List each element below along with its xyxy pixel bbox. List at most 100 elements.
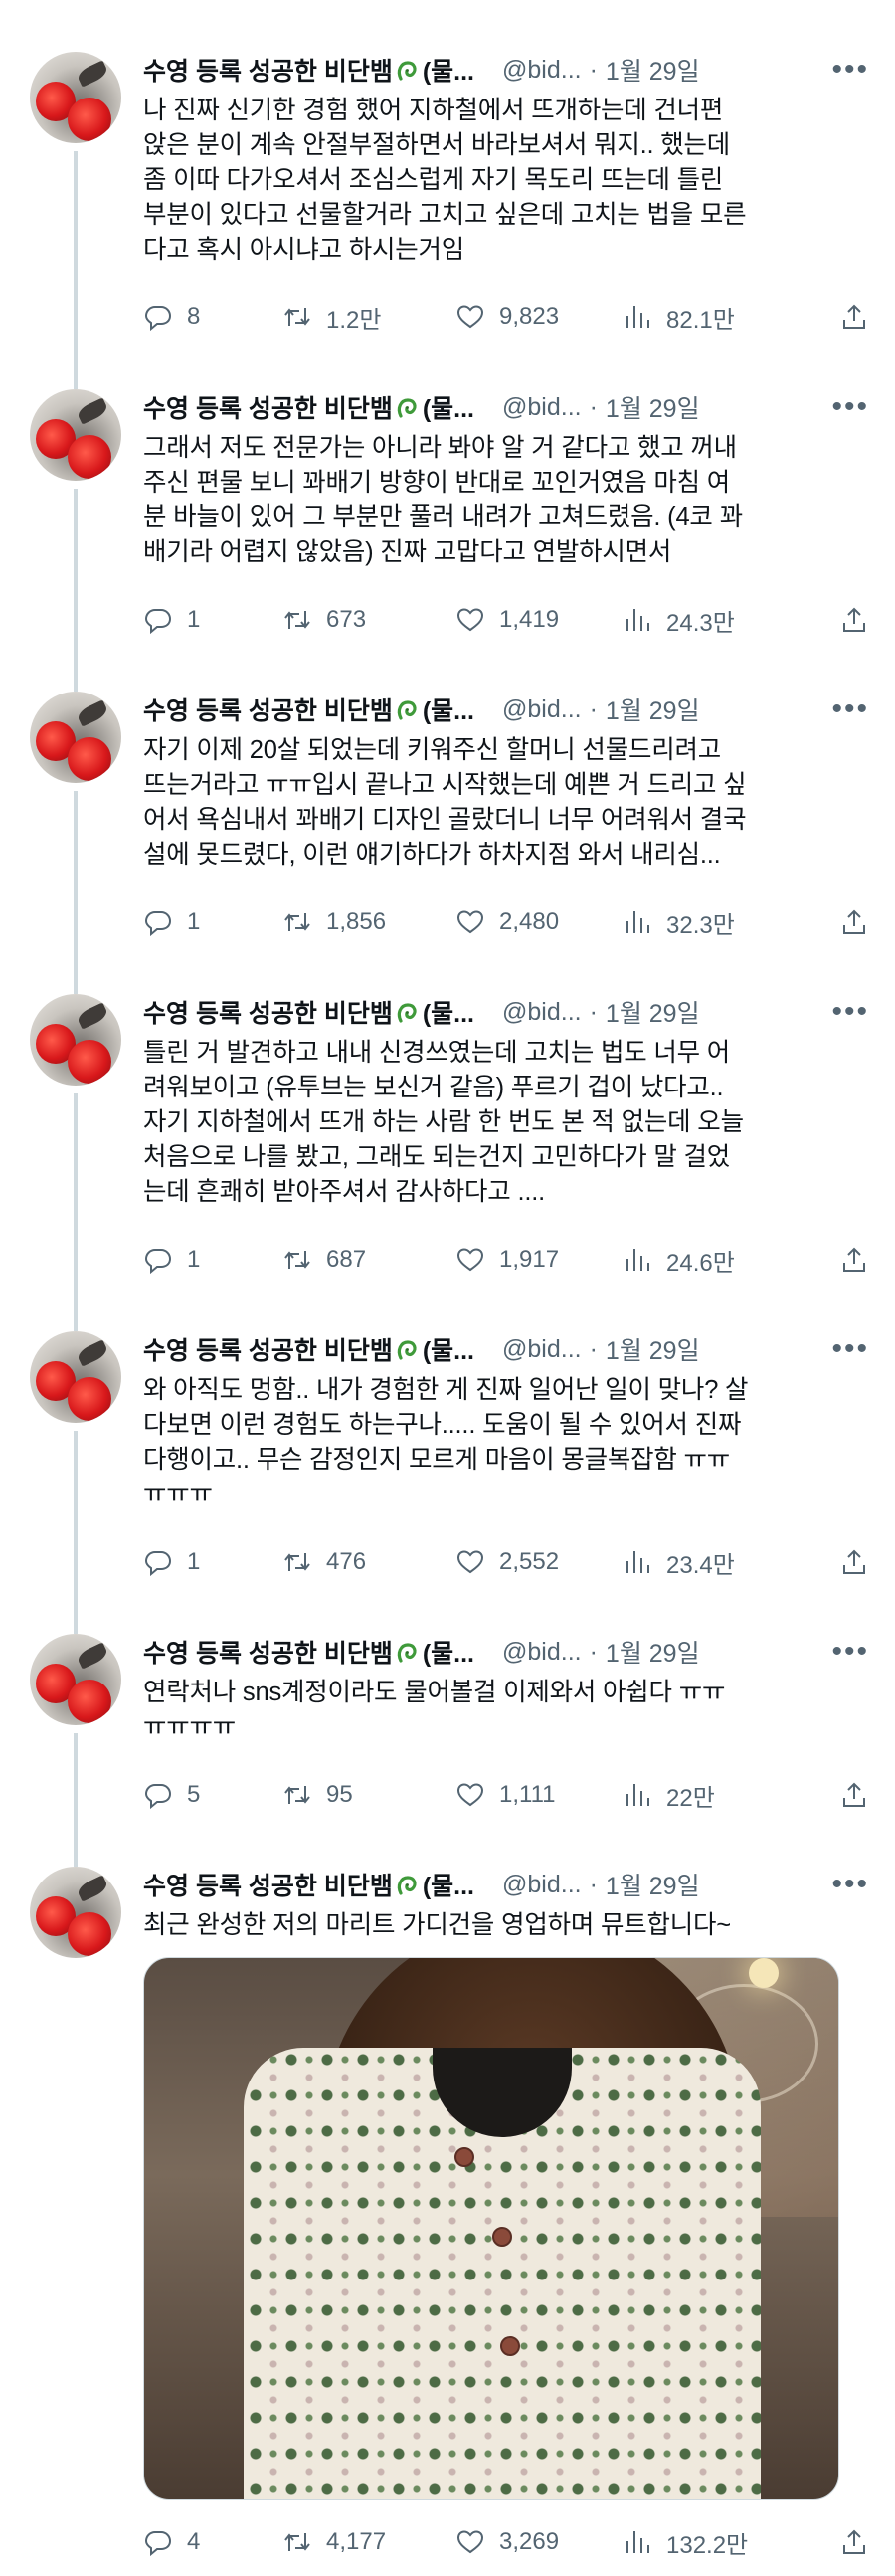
tweet-date[interactable]: 1월 29일 <box>606 52 700 88</box>
views-icon <box>626 609 649 631</box>
user-handle[interactable]: @bid... <box>502 1335 582 1364</box>
display-name[interactable]: 수영 등록 성공한 비단뱀 <box>143 1867 393 1902</box>
avatar[interactable] <box>30 1867 121 1958</box>
share-button[interactable] <box>839 2527 869 2557</box>
reply-count: 4 <box>187 2528 201 2555</box>
user-handle[interactable]: @bid... <box>502 1871 582 1899</box>
views-button[interactable]: 23.4만 <box>623 1545 831 1580</box>
tweet[interactable]: 수영 등록 성공한 비단뱀 (물... @bid... · 1월 29일 •••… <box>0 337 895 692</box>
like-button[interactable]: 9,823 <box>455 302 623 332</box>
share-button[interactable] <box>839 605 869 635</box>
tweet-date[interactable]: 1월 29일 <box>606 389 700 425</box>
heart-icon <box>456 1248 484 1272</box>
views-button[interactable]: 24.3만 <box>623 603 831 638</box>
display-name[interactable]: 수영 등록 성공한 비단뱀 <box>143 389 393 425</box>
reply-button[interactable]: 5 <box>143 1780 282 1810</box>
more-options-icon[interactable]: ••• <box>831 1870 869 1899</box>
retweet-button[interactable]: 476 <box>282 1547 455 1577</box>
avatar-leaf <box>76 1642 109 1670</box>
retweet-button[interactable]: 687 <box>282 1245 455 1275</box>
user-handle[interactable]: @bid... <box>502 998 582 1027</box>
like-button[interactable]: 2,552 <box>455 1547 623 1577</box>
avatar[interactable] <box>30 52 121 143</box>
reply-button[interactable]: 1 <box>143 1245 282 1275</box>
share-button[interactable] <box>839 1547 869 1577</box>
avatar-flower <box>68 737 111 781</box>
view-count: 24.6만 <box>666 1249 735 1277</box>
retweet-button[interactable]: 1.2만 <box>282 300 455 335</box>
display-name[interactable]: 수영 등록 성공한 비단뱀 <box>143 692 393 727</box>
like-button[interactable]: 1,419 <box>455 605 623 635</box>
views-icon <box>626 1551 649 1573</box>
display-name[interactable]: 수영 등록 성공한 비단뱀 <box>143 1331 393 1367</box>
avatar[interactable] <box>30 1634 121 1725</box>
views-icon <box>626 911 649 933</box>
retweet-button[interactable]: 1,856 <box>282 907 455 937</box>
avatar[interactable] <box>30 389 121 481</box>
more-options-icon[interactable]: ••• <box>831 997 869 1027</box>
display-name-suffix[interactable]: (물... <box>423 389 474 425</box>
user-handle[interactable]: @bid... <box>502 393 582 422</box>
avatar-leaf <box>76 1875 109 1902</box>
display-name-suffix[interactable]: (물... <box>423 1634 474 1670</box>
avatar[interactable] <box>30 1331 121 1423</box>
user-handle[interactable]: @bid... <box>502 56 582 85</box>
reply-button[interactable]: 1 <box>143 605 282 635</box>
more-options-icon[interactable]: ••• <box>831 392 869 422</box>
views-button[interactable]: 32.3만 <box>623 905 831 940</box>
like-button[interactable]: 3,269 <box>455 2527 623 2557</box>
avatar[interactable] <box>30 994 121 1086</box>
display-name[interactable]: 수영 등록 성공한 비단뱀 <box>143 1634 393 1670</box>
reply-button[interactable]: 8 <box>143 302 282 332</box>
avatar[interactable] <box>30 692 121 783</box>
share-button[interactable] <box>839 1780 869 1810</box>
tweet-date[interactable]: 1월 29일 <box>606 1867 700 1902</box>
display-name-suffix[interactable]: (물... <box>423 692 474 727</box>
display-name-suffix[interactable]: (물... <box>423 994 474 1030</box>
tweet[interactable]: 수영 등록 성공한 비단뱀 (물... @bid... · 1월 29일 •••… <box>0 1815 895 2562</box>
display-name[interactable]: 수영 등록 성공한 비단뱀 <box>143 52 393 88</box>
like-button[interactable]: 1,111 <box>455 1780 623 1810</box>
share-icon <box>843 2529 865 2554</box>
views-button[interactable]: 82.1만 <box>623 300 831 335</box>
tweet[interactable]: 수영 등록 성공한 비단뱀 (물... @bid... · 1월 29일 •••… <box>0 1582 895 1867</box>
tweet-date[interactable]: 1월 29일 <box>606 692 700 727</box>
display-name-suffix[interactable]: (물... <box>423 1867 474 1902</box>
tweet[interactable]: 수영 등록 성공한 비단뱀 (물... @bid... · 1월 29일 •••… <box>0 942 895 1331</box>
tweet[interactable]: 수영 등록 성공한 비단뱀 (물... @bid... · 1월 29일 •••… <box>0 640 895 994</box>
like-button[interactable]: 2,480 <box>455 907 623 937</box>
reply-button[interactable]: 1 <box>143 907 282 937</box>
tweet[interactable]: 수영 등록 성공한 비단뱀 (물... @bid... · 1월 29일 •••… <box>0 1280 895 1634</box>
retweet-button[interactable]: 95 <box>282 1780 455 1810</box>
tweet[interactable]: 수영 등록 성공한 비단뱀 (물... @bid... · 1월 29일 •••… <box>0 0 895 389</box>
more-options-icon[interactable]: ••• <box>831 1637 869 1667</box>
more-options-icon[interactable]: ••• <box>831 55 869 85</box>
like-button[interactable]: 1,917 <box>455 1245 623 1275</box>
user-handle[interactable]: @bid... <box>502 1638 582 1667</box>
more-options-icon[interactable]: ••• <box>831 1334 869 1364</box>
display-name-suffix[interactable]: (물... <box>423 52 474 88</box>
share-button[interactable] <box>839 302 869 332</box>
share-button[interactable] <box>839 907 869 937</box>
view-count: 32.3만 <box>666 911 735 939</box>
views-button[interactable]: 24.6만 <box>623 1243 831 1278</box>
user-handle[interactable]: @bid... <box>502 695 582 724</box>
reply-button[interactable]: 1 <box>143 1547 282 1577</box>
share-button[interactable] <box>839 1245 869 1275</box>
tweet-date[interactable]: 1월 29일 <box>606 994 700 1030</box>
views-button[interactable]: 22만 <box>623 1778 831 1813</box>
cardigan-button <box>500 2336 520 2356</box>
tweet-photo[interactable] <box>143 1957 839 2500</box>
views-icon <box>626 1784 649 1806</box>
tweet-date[interactable]: 1월 29일 <box>606 1634 700 1670</box>
retweet-button[interactable]: 4,177 <box>282 2527 455 2557</box>
tweet-date[interactable]: 1월 29일 <box>606 1331 700 1367</box>
share-icon <box>843 1782 865 1807</box>
reply-button[interactable]: 4 <box>143 2527 282 2557</box>
retweet-button[interactable]: 673 <box>282 605 455 635</box>
display-name-suffix[interactable]: (물... <box>423 1331 474 1367</box>
views-button[interactable]: 132.2만 <box>623 2525 831 2560</box>
view-count: 22만 <box>666 1784 715 1812</box>
more-options-icon[interactable]: ••• <box>831 694 869 724</box>
display-name[interactable]: 수영 등록 성공한 비단뱀 <box>143 994 393 1030</box>
